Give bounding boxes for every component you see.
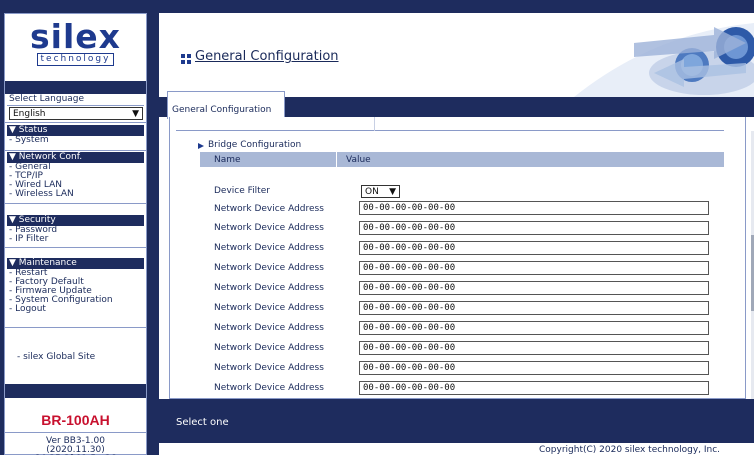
previous-section-edge [176,117,724,131]
sidebar-item-system[interactable]: - System [9,136,49,145]
hint-text: Select one [176,417,229,428]
network-device-address-input[interactable]: 00-00-00-00-00-00 [359,301,709,315]
language-select[interactable]: English ▼ [9,107,143,120]
device-filter-select[interactable]: ON ▼ [361,185,400,198]
column-header-name: Name [214,155,241,165]
chevron-down-icon: ▼ [132,108,139,119]
network-device-address-input[interactable]: 00-00-00-00-00-00 [359,381,709,395]
network-device-address-input[interactable]: 00-00-00-00-00-00 [359,341,709,355]
grid-bullet-icon [181,54,191,64]
separator [5,203,146,204]
network-device-address-label: Network Device Address [214,263,324,273]
page-banner: General Configuration [159,13,754,97]
column-divider [374,117,375,131]
language-label: Select Language [7,94,144,106]
tab-general-configuration[interactable]: General Configuration [167,91,285,119]
sidebar-divider-bar [5,81,146,94]
column-header-value: Value [346,155,371,165]
page-title: General Configuration [195,49,339,64]
network-device-address-label: Network Device Address [214,343,324,353]
model-name: BR-100AH [41,412,110,428]
chevron-down-icon: ▼ [389,186,396,197]
main-panel: General Configuration General Configurat… [159,13,754,455]
network-device-address-input[interactable]: 00-00-00-00-00-00 [359,261,709,275]
silex-logo: silex technology [5,14,146,81]
separator [5,432,146,433]
hint-bar [159,399,754,443]
network-device-address-input[interactable]: 00-00-00-00-00-00 [359,321,709,335]
triangle-right-icon [198,143,204,149]
config-content: Bridge Configuration Name Value Device F… [169,117,746,399]
language-select-value: English [13,108,46,119]
network-device-address-label: Network Device Address [214,243,324,253]
section-title-bridge-configuration: Bridge Configuration [208,140,302,150]
separator [5,150,146,151]
table-header [200,152,724,167]
separator [5,327,146,328]
device-filter-value: ON [365,186,379,197]
network-device-address-input[interactable]: 00-00-00-00-00-00 [359,281,709,295]
network-device-address-label: Network Device Address [214,223,324,233]
sidebar-item-wireless-lan[interactable]: - Wireless LAN [9,190,74,199]
sidebar-divider-bar [5,384,146,398]
network-device-address-label: Network Device Address [214,303,324,313]
separator [5,247,146,248]
network-device-address-label: Network Device Address [214,283,324,293]
copyright-text: Copyright(C) 2020 silex technology, Inc. [539,445,721,455]
version-info: Ver BB3-1.00 (2020.11.30) 84-25-3f-01-5e… [5,437,146,455]
silex-global-site-link[interactable]: - silex Global Site [17,352,95,362]
sidebar-item-logout[interactable]: - Logout [9,305,46,314]
network-device-address-input[interactable]: 00-00-00-00-00-00 [359,201,709,215]
network-device-address-input[interactable]: 00-00-00-00-00-00 [359,241,709,255]
network-device-address-input[interactable]: 00-00-00-00-00-00 [359,361,709,375]
network-device-address-label: Network Device Address [214,204,324,214]
sidebar: silex technology Select Language English… [4,13,147,455]
separator [5,122,146,123]
network-device-address-label: Network Device Address [214,363,324,373]
network-device-address-label: Network Device Address [214,323,324,333]
logo-tagline: technology [36,53,115,66]
sidebar-item-ip-filter[interactable]: - IP Filter [9,235,48,244]
device-filter-label: Device Filter [214,186,270,196]
network-device-address-label: Network Device Address [214,383,324,393]
logo-wordmark: silex [30,17,121,56]
banner-decoration-icon [514,13,754,97]
column-divider [336,152,337,167]
network-device-address-input[interactable]: 00-00-00-00-00-00 [359,221,709,235]
